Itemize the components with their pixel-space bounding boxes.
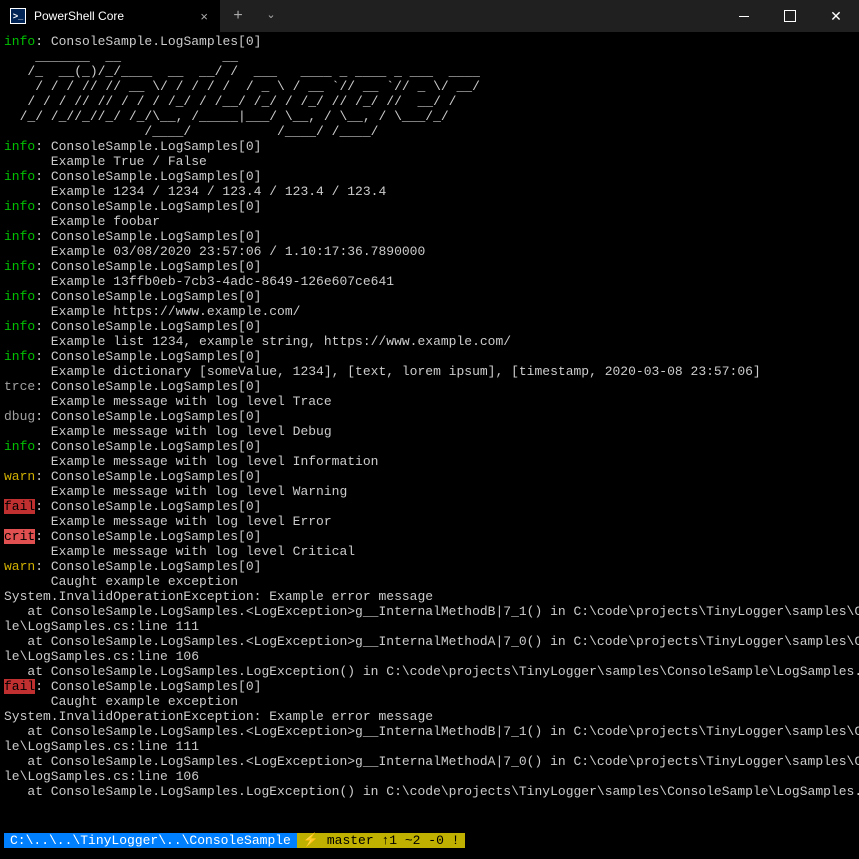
log-source: : ConsoleSample.LogSamples[0] [35, 289, 261, 304]
log-message: Example 13ffb0eb-7cb3-4adc-8649-126e607c… [4, 274, 855, 289]
log-source: : ConsoleSample.LogSamples[0] [35, 409, 261, 424]
exception-line: at ConsoleSample.LogSamples.<LogExceptio… [4, 634, 855, 649]
log-level-label: info [4, 199, 35, 214]
status-git: ⚡ master ↑1 ~2 -0 ! [297, 833, 466, 848]
log-message: Example message with log level Trace [4, 394, 855, 409]
titlebar-drag-area[interactable] [286, 0, 721, 32]
log-message: Example https://www.example.com/ [4, 304, 855, 319]
tab-dropdown-button[interactable]: ⌄ [256, 0, 286, 32]
log-source: : ConsoleSample.LogSamples[0] [35, 259, 261, 274]
log-level-label: info [4, 259, 35, 274]
log-level-label: fail [4, 499, 35, 514]
log-level-label: dbug [4, 409, 35, 424]
log-source: : ConsoleSample.LogSamples[0] [35, 139, 261, 154]
log-message: Example list 1234, example string, https… [4, 334, 855, 349]
minimize-button[interactable] [721, 0, 767, 32]
log-source: : ConsoleSample.LogSamples[0] [35, 679, 261, 694]
log-message: Example True / False [4, 154, 855, 169]
log-source: : ConsoleSample.LogSamples[0] [35, 469, 261, 484]
tab-powershell[interactable]: >_ PowerShell Core × [0, 0, 220, 32]
log-message: Caught example exception [4, 694, 855, 709]
log-line: info: ConsoleSample.LogSamples[0] [4, 199, 855, 214]
log-line: crit: ConsoleSample.LogSamples[0] [4, 529, 855, 544]
log-message: Example 1234 / 1234 / 123.4 / 123.4 / 12… [4, 184, 855, 199]
close-window-button[interactable]: ✕ [813, 0, 859, 32]
log-source: : ConsoleSample.LogSamples[0] [35, 319, 261, 334]
log-level-label: info [4, 139, 35, 154]
log-message: Example foobar [4, 214, 855, 229]
exception-line: at ConsoleSample.LogSamples.LogException… [4, 664, 855, 679]
log-level-label: warn [4, 559, 35, 574]
powershell-icon: >_ [10, 8, 26, 24]
log-message: Example message with log level Error [4, 514, 855, 529]
log-line: info: ConsoleSample.LogSamples[0] [4, 289, 855, 304]
terminal-output[interactable]: info: ConsoleSample.LogSamples[0] ______… [0, 32, 859, 799]
log-source: : ConsoleSample.LogSamples[0] [35, 379, 261, 394]
log-line: info: ConsoleSample.LogSamples[0] [4, 169, 855, 184]
log-level-label: trce [4, 379, 35, 394]
log-source: : ConsoleSample.LogSamples[0] [35, 229, 261, 244]
log-source: : ConsoleSample.LogSamples[0] [35, 439, 261, 454]
new-tab-button[interactable]: + [220, 0, 256, 32]
exception-line: le\LogSamples.cs:line 106 [4, 769, 855, 784]
exception-line: le\LogSamples.cs:line 111 [4, 619, 855, 634]
log-line: warn: ConsoleSample.LogSamples[0] [4, 559, 855, 574]
log-line: warn: ConsoleSample.LogSamples[0] [4, 469, 855, 484]
log-line: info: ConsoleSample.LogSamples[0] [4, 139, 855, 154]
exception-line: at ConsoleSample.LogSamples.<LogExceptio… [4, 724, 855, 739]
status-fill [465, 833, 855, 848]
log-message: Example 03/08/2020 23:57:06 / 1.10:17:36… [4, 244, 855, 259]
log-line: info: ConsoleSample.LogSamples[0] [4, 319, 855, 334]
log-level-label: fail [4, 679, 35, 694]
log-source: : ConsoleSample.LogSamples[0] [35, 349, 261, 364]
log-line: info: ConsoleSample.LogSamples[0] [4, 349, 855, 364]
exception-line: at ConsoleSample.LogSamples.<LogExceptio… [4, 604, 855, 619]
log-line: dbug: ConsoleSample.LogSamples[0] [4, 409, 855, 424]
exception-line: System.InvalidOperationException: Exampl… [4, 589, 855, 604]
log-source: : ConsoleSample.LogSamples[0] [35, 559, 261, 574]
exception-line: le\LogSamples.cs:line 106 [4, 649, 855, 664]
log-level-label: info [4, 349, 35, 364]
log-level-label: info [4, 439, 35, 454]
log-line: fail: ConsoleSample.LogSamples[0] [4, 679, 855, 694]
log-level-label: info [4, 229, 35, 244]
log-source: : ConsoleSample.LogSamples[0] [35, 199, 261, 214]
log-message: Caught example exception [4, 574, 855, 589]
log-level-label: info [4, 319, 35, 334]
exception-line: le\LogSamples.cs:line 111 [4, 739, 855, 754]
tab-title: PowerShell Core [34, 9, 188, 24]
log-source: : ConsoleSample.LogSamples[0] [35, 499, 261, 514]
log-message: Example dictionary [someValue, 1234], [t… [4, 364, 855, 379]
log-level-label: info [4, 34, 35, 49]
maximize-button[interactable] [767, 0, 813, 32]
ascii-logo: _______ __ __ /_ __(_)/_/____ __ __/ / _… [4, 49, 855, 139]
exception-line: at ConsoleSample.LogSamples.<LogExceptio… [4, 754, 855, 769]
log-source: : ConsoleSample.LogSamples[0] [35, 529, 261, 544]
status-bar: C:\..\..\TinyLogger\..\ConsoleSample ⚡ m… [4, 833, 855, 848]
exception-line: at ConsoleSample.LogSamples.LogException… [4, 784, 855, 799]
log-source: : ConsoleSample.LogSamples[0] [35, 169, 261, 184]
log-line: fail: ConsoleSample.LogSamples[0] [4, 499, 855, 514]
log-line: info: ConsoleSample.LogSamples[0] [4, 229, 855, 244]
log-message: Example message with log level Informati… [4, 454, 855, 469]
log-line: info: ConsoleSample.LogSamples[0] [4, 259, 855, 274]
log-level-label: info [4, 289, 35, 304]
log-level-label: warn [4, 469, 35, 484]
log-line: trce: ConsoleSample.LogSamples[0] [4, 379, 855, 394]
log-message: Example message with log level Critical [4, 544, 855, 559]
exception-line: System.InvalidOperationException: Exampl… [4, 709, 855, 724]
window-titlebar: >_ PowerShell Core × + ⌄ ✕ [0, 0, 859, 32]
log-line: info: ConsoleSample.LogSamples[0] [4, 34, 855, 49]
tab-close-button[interactable]: × [196, 9, 212, 24]
log-line: info: ConsoleSample.LogSamples[0] [4, 439, 855, 454]
log-source: : ConsoleSample.LogSamples[0] [35, 34, 261, 49]
log-message: Example message with log level Warning [4, 484, 855, 499]
log-message: Example message with log level Debug [4, 424, 855, 439]
log-level-label: info [4, 169, 35, 184]
status-path: C:\..\..\TinyLogger\..\ConsoleSample [4, 833, 297, 848]
log-level-label: crit [4, 529, 35, 544]
